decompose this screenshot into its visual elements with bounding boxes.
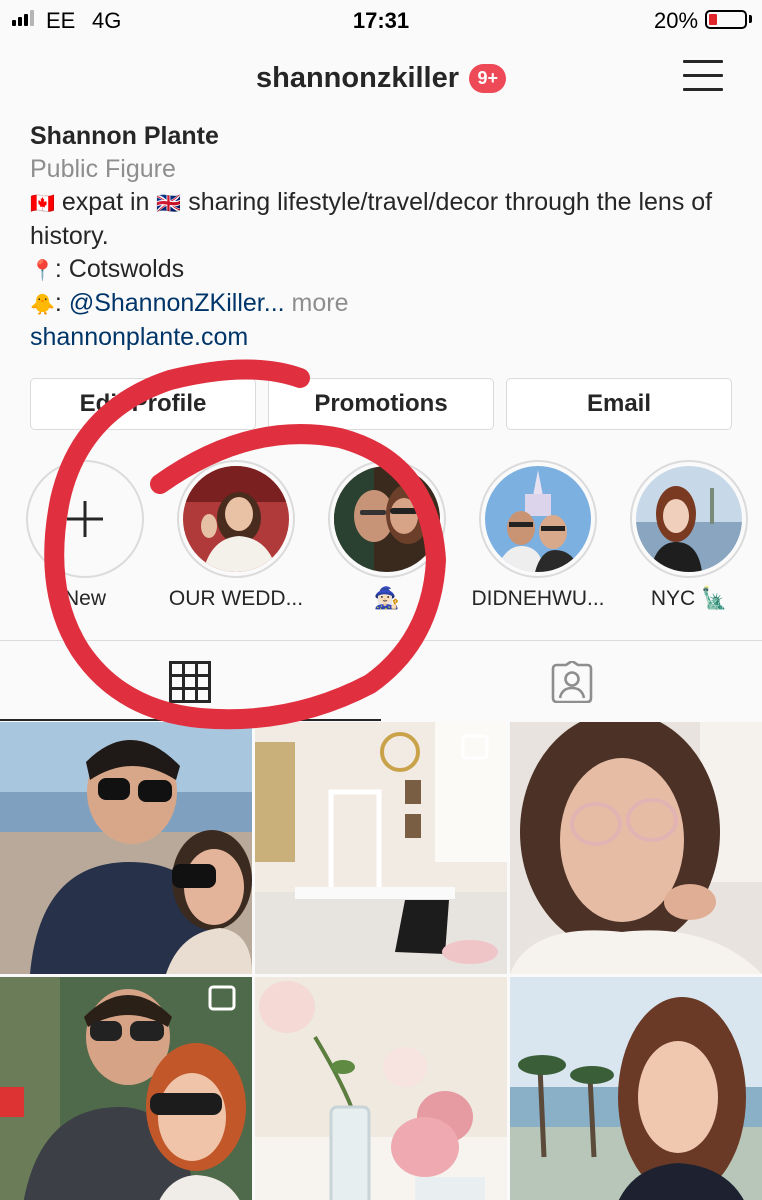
bio-mention-line: 🐥: @ShannonZKiller... more [30, 287, 740, 321]
tagged-person-icon [551, 661, 593, 703]
website-link[interactable]: shannonplante.com [30, 321, 740, 354]
highlight-wizard[interactable]: 🧙🏻‍♀️ [328, 460, 446, 610]
plus-icon [67, 501, 103, 537]
highlight-new[interactable]: New [26, 460, 144, 610]
profile-full-name: Shannon Plante [30, 122, 219, 150]
clock: 17:31 [352, 8, 410, 33]
battery-icon [705, 10, 747, 29]
highlight-cover-image [183, 466, 289, 572]
highlight-cover-image [485, 466, 591, 572]
post-thumbnail[interactable] [0, 722, 252, 974]
highlight-ring[interactable] [328, 460, 446, 578]
bio-text: expat in [54, 188, 157, 216]
highlight-label: NYC 🗽 [650, 587, 728, 610]
location-text: : Cotswolds [54, 255, 185, 283]
profile-username[interactable]: shannonzkiller [256, 62, 459, 94]
notification-badge[interactable]: 9+ [469, 64, 507, 93]
tab-grid[interactable] [0, 641, 381, 719]
status-bar: EE 4G 17:31 20% [0, 0, 762, 40]
highlight-nyc[interactable]: NYC 🗽 [630, 460, 748, 610]
more-link[interactable]: more [285, 289, 349, 317]
highlight-our-wedding[interactable]: OUR WEDD... [169, 460, 303, 610]
email-button[interactable]: Email [506, 378, 732, 430]
chick-icon: 🐥 [30, 292, 55, 316]
bio-description: 🇨🇦 expat in 🇬🇧 sharing lifestyle/travel/… [30, 186, 740, 253]
account-switcher[interactable]: shannonzkiller 9+ [0, 62, 762, 95]
edit-profile-button[interactable]: Edit Profile [30, 378, 256, 430]
highlight-cover-image [636, 466, 742, 572]
highlight-ring[interactable] [177, 460, 295, 578]
grid-icon [169, 661, 211, 703]
post-thumbnail[interactable] [0, 977, 252, 1200]
profile-tabs [0, 640, 762, 721]
promotions-button[interactable]: Promotions [268, 378, 494, 430]
post-thumbnail[interactable] [255, 977, 507, 1200]
post-thumbnail[interactable] [255, 722, 507, 974]
battery-percentage: 20% [654, 8, 699, 33]
uk-flag-icon: 🇬🇧 [156, 191, 182, 215]
post-thumbnail[interactable] [510, 722, 762, 974]
pin-icon: 📍 [30, 258, 55, 282]
highlight-ring[interactable] [479, 460, 597, 578]
active-tab-indicator [0, 719, 381, 721]
profile-bio: Shannon Plante Public Figure 🇨🇦 expat in… [30, 120, 740, 354]
hamburger-menu-icon[interactable] [683, 60, 723, 92]
mention-prefix: : [54, 289, 69, 317]
highlight-ring[interactable] [26, 460, 144, 578]
bio-location: 📍: Cotswolds [30, 253, 740, 287]
profile-header: shannonzkiller 9+ [0, 50, 762, 110]
battery-tip [749, 15, 752, 23]
profile-category: Public Figure [30, 155, 176, 183]
highlight-didnehwu[interactable]: DIDNEHWU... [472, 460, 605, 610]
mention-link[interactable]: @ShannonZKiller... [69, 289, 285, 317]
post-thumbnail[interactable] [510, 977, 762, 1200]
highlight-ring[interactable] [630, 460, 748, 578]
canada-flag-icon: 🇨🇦 [30, 191, 55, 215]
highlight-cover-image [334, 466, 440, 572]
tab-tagged[interactable] [381, 641, 762, 719]
